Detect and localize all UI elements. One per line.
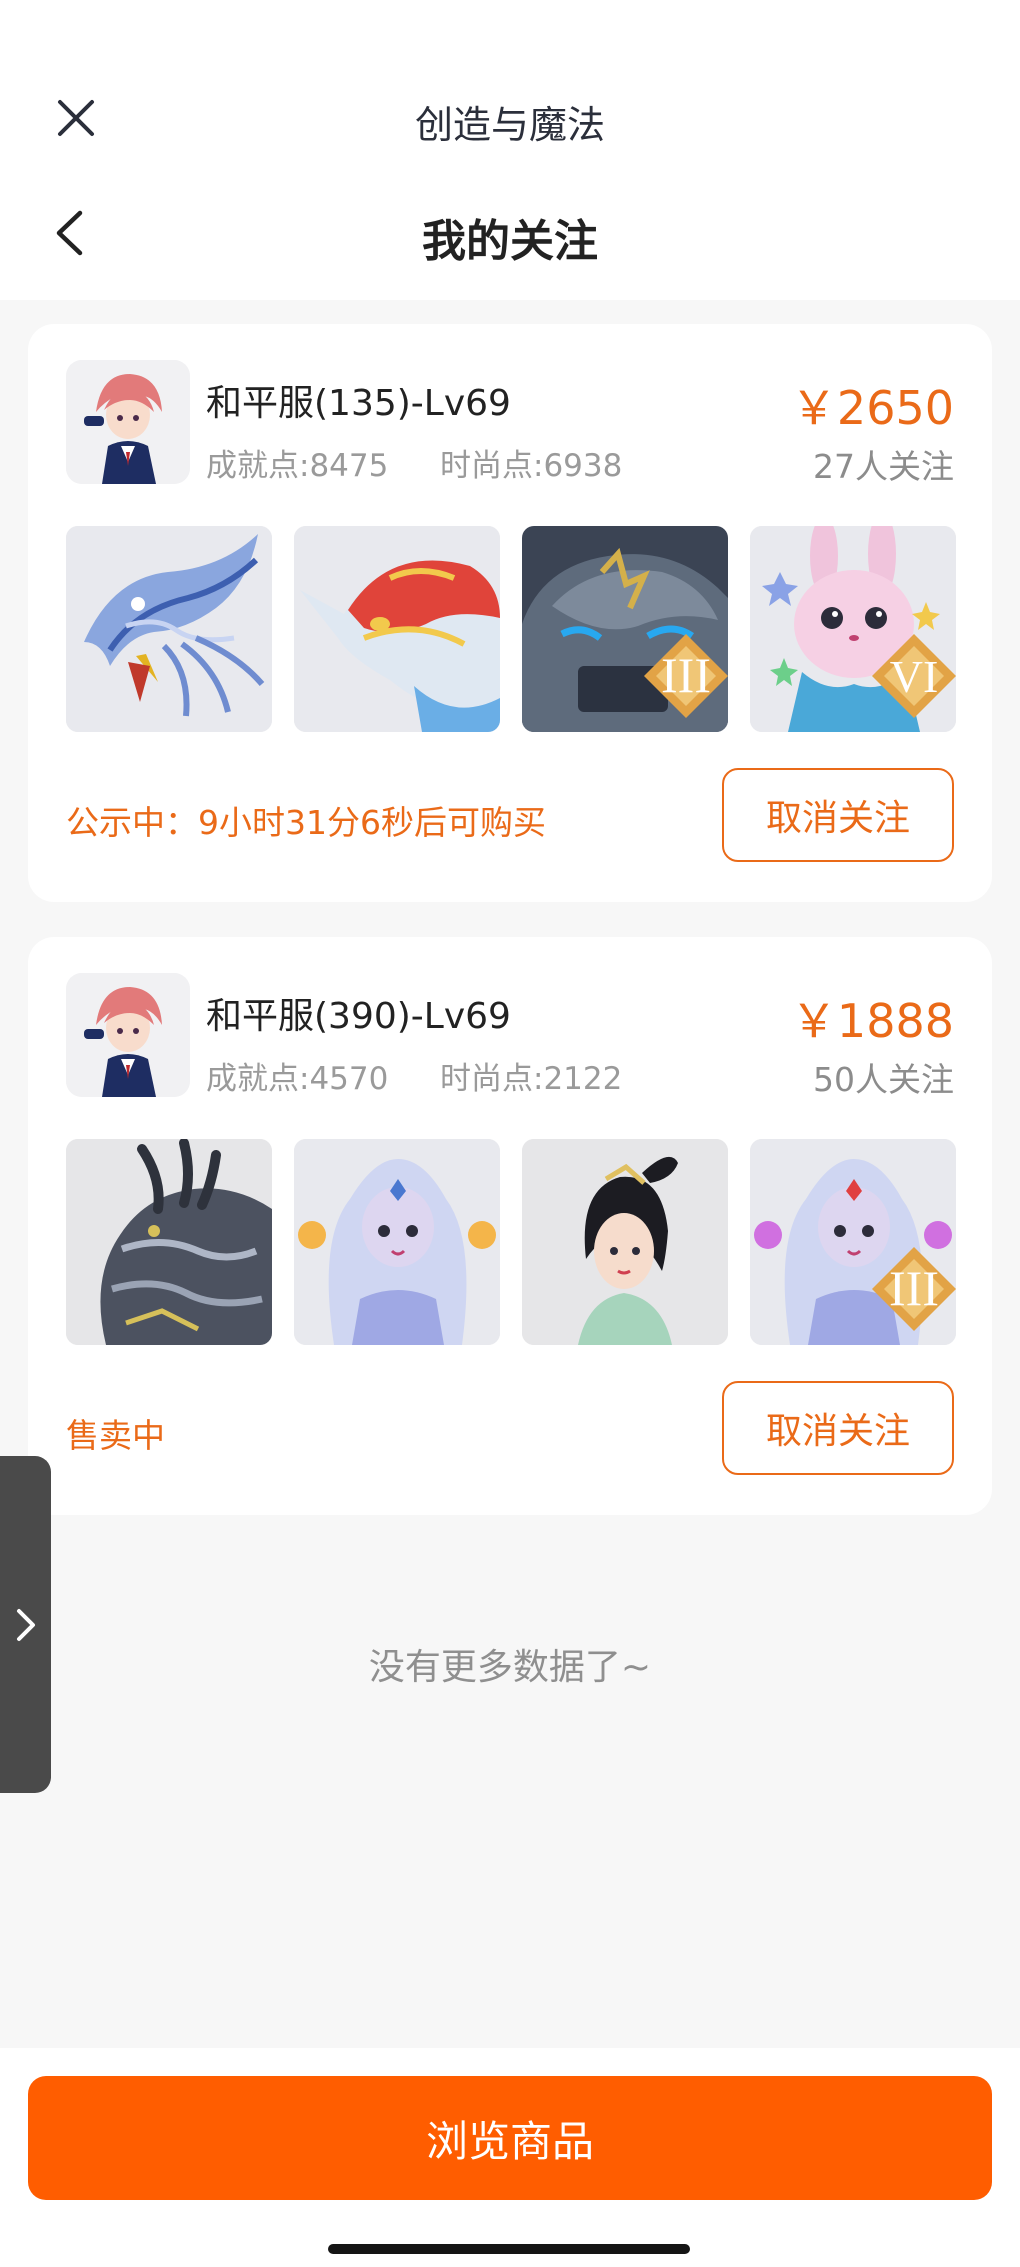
item-thumbnail-stone-golem[interactable]: III — [522, 526, 728, 732]
listing-card[interactable]: 和平服(135)-Lv69 成就点:8475 时尚点:6938 ￥2650 27… — [28, 324, 992, 902]
tier-badge-icon: III — [872, 1247, 956, 1331]
unfollow-button[interactable]: 取消关注 — [722, 1381, 954, 1475]
follower-count: 50人关注 — [813, 1060, 954, 1099]
svg-text:VI: VI — [890, 651, 939, 702]
listing-card[interactable]: 和平服(390)-Lv69 成就点:4570 时尚点:2122 ￥1888 50… — [28, 937, 992, 1515]
listing-status: 公示中：9小时31分6秒后可购买 — [66, 803, 546, 842]
top-bar: 创造与魔法 我的关注 — [0, 0, 1020, 300]
price: ￥2650 — [790, 381, 954, 435]
no-more-data-text: 没有更多数据了~ — [368, 1647, 652, 1688]
server-name: 和平服(135)-Lv69 — [206, 383, 511, 424]
price: ￥1888 — [790, 994, 954, 1048]
side-drawer-toggle[interactable] — [0, 1456, 51, 1793]
item-thumbnail-hanfu-girl[interactable] — [522, 1139, 728, 1345]
item-thumbnail-pink-bunny[interactable]: VI — [750, 526, 956, 732]
fashion-points: 时尚点:6938 — [440, 448, 623, 484]
tier-badge-icon: III — [644, 634, 728, 718]
page-title: 我的关注 — [422, 216, 598, 267]
home-indicator — [328, 2244, 690, 2254]
item-thumbnail-blue-dragon[interactable] — [66, 526, 272, 732]
browse-products-button[interactable]: 浏览商品 — [28, 2076, 992, 2200]
item-thumbnails: III VI — [66, 526, 956, 732]
svg-text:III: III — [889, 1260, 939, 1316]
server-name: 和平服(390)-Lv69 — [206, 996, 511, 1037]
fashion-points: 时尚点:2122 — [440, 1061, 623, 1097]
item-thumbnail-dark-dragon[interactable] — [66, 1139, 272, 1345]
item-thumbnail-red-fish[interactable] — [294, 526, 500, 732]
app-title: 创造与魔法 — [414, 103, 605, 147]
character-avatar — [66, 360, 190, 484]
listing-status: 售卖中 — [66, 1416, 165, 1455]
chevron-right-icon — [16, 1608, 35, 1641]
follower-count: 27人关注 — [813, 447, 954, 486]
character-avatar — [66, 973, 190, 1097]
item-thumbnail-mermaid-orange[interactable] — [294, 1139, 500, 1345]
achievement-points: 成就点:8475 — [206, 448, 389, 484]
svg-text:III: III — [661, 647, 711, 703]
item-thumbnail-mermaid-pink[interactable]: III — [750, 1139, 956, 1345]
item-thumbnails: III — [66, 1139, 956, 1345]
tier-badge-icon: VI — [872, 634, 956, 718]
unfollow-button[interactable]: 取消关注 — [722, 768, 954, 862]
achievement-points: 成就点:4570 — [206, 1061, 389, 1097]
